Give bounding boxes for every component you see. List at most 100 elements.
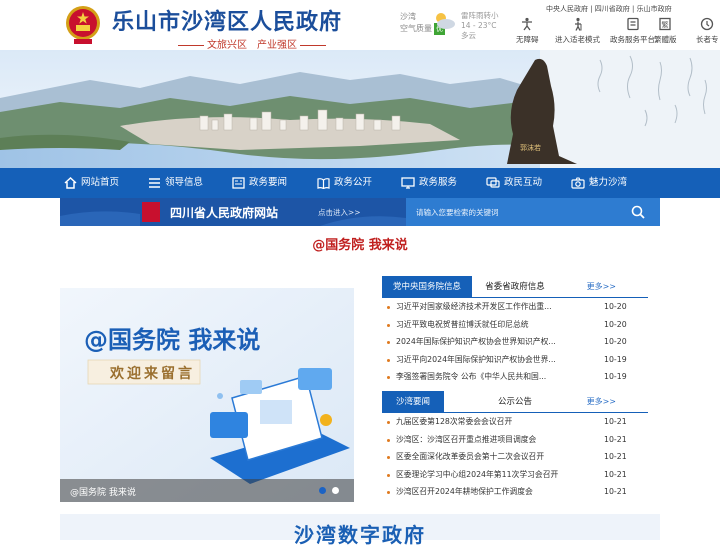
monitor-icon [401,176,415,189]
list-item[interactable]: 区委理论学习中心组2024年第11次学习会召开 10-21 [382,466,648,484]
forecast-text: 雷阵雨转小 [461,11,499,20]
news-title[interactable]: 2024年国际保护知识产权协会世界知识产权... [396,333,568,351]
more-link[interactable]: 更多>> [587,391,616,413]
bullet-icon [387,438,390,442]
news-date: 10-21 [604,434,627,444]
carousel-dot-1[interactable] [319,487,326,494]
slogan-line-left [178,44,204,46]
top-links[interactable]: 中央人民政府 | 四川省政府 | 乐山市政府 [546,4,672,14]
feature-subtitle: 欢迎来留言 [110,366,195,382]
nav-item-leaders[interactable]: 领导信息 [148,168,203,198]
nav-label-open-affairs: 政务公开 [334,177,373,188]
news-title[interactable]: 区委理论学习中心组2024年第11次学习会召开 [396,466,596,484]
home-icon [64,176,77,189]
news-title[interactable]: 区委全面深化改革委员会第十二次会议召开 [396,448,596,466]
wind-text: 多云 [461,31,476,40]
news-date: 10-20 [604,302,627,311]
carousel-dot-2[interactable] [332,487,339,494]
site-slogan: 文旅兴区 产业强区 [175,36,329,51]
bullet-icon [387,323,390,327]
local-news-tabs: 沙湾要闻 公示公告 更多>> [382,391,648,413]
temperature-text: 14 - 23°C [461,21,497,30]
chat-icon [486,176,500,188]
news-title[interactable]: 九届区委第128次常委会会议召开 [396,413,596,431]
site-header: 乐山市沙湾区人民政府 文旅兴区 产业强区 沙湾 空气质量优 雷阵雨转小 14 -… [0,0,720,52]
city-landscape-illustration: 郭沫若 [0,50,720,168]
traditional-chinese-icon: 繁 [659,17,671,31]
list-item[interactable]: 习近平致电祝贺普拉博沃就任印尼总统 10-20 [382,316,648,334]
list-item[interactable]: 九届区委第128次常委会会议召开 10-21 [382,413,648,431]
camera-icon [571,176,585,189]
list-item[interactable]: 习近平向2024年国际保护知识产权协会世界... 10-19 [382,351,648,369]
list-icon [149,177,160,188]
bullet-icon [387,473,390,477]
search-icon[interactable] [630,204,646,220]
nav-item-interaction[interactable]: 政民互动 [486,168,542,198]
central-news-panel: 党中央国务院信息 省委省政府信息 更多>> 习近平对国家级经济技术开发区工作作出… [382,276,648,386]
sichuan-gov-link[interactable]: 四川省人民政府网站 点击进入>> [60,198,406,226]
more-link[interactable]: 更多>> [587,276,616,298]
list-item[interactable]: 沙湾区：沙湾区召开重点推进项目调度会 10-21 [382,431,648,449]
list-item[interactable]: 区委全面深化改革委员会第十二次会议召开 10-21 [382,448,648,466]
bullet-icon [387,491,390,494]
feature-carousel[interactable]: @国务院 我来说 欢迎来留言 [60,288,354,502]
nav-label-interaction: 政民互动 [504,177,543,188]
accessibility-icon [522,17,533,31]
nav-item-services[interactable]: 政务服务 [401,168,457,198]
tab-shawan-news[interactable]: 沙湾要闻 [382,391,444,413]
gwy-heading[interactable]: @国务院 我来说 [0,234,720,253]
search-input[interactable] [416,204,621,220]
tab-announcements[interactable]: 公示公告 [482,391,548,413]
nav-item-open-affairs[interactable]: 政务公开 [317,168,372,198]
traditional-chinese-button[interactable]: 繁 繁體版 [654,17,677,45]
banner-image: 郭沫若 [0,50,720,168]
nav-item-charm[interactable]: 魅力沙湾 [571,168,627,198]
site-title: 乐山市沙湾区人民政府 [112,9,343,35]
elder-area-label: 长者专 [696,35,719,44]
accessibility-button[interactable]: 无障碍 [516,17,539,45]
header-toolbar: 无障碍 进入适老模式 政务服务平台 繁 繁體版 长者专 [510,17,720,49]
nav-item-home[interactable]: 网站首页 [64,168,119,198]
tab-provincial-info[interactable]: 省委省政府信息 [472,276,558,298]
sichuan-gov-title: 四川省人民政府网站 [170,206,279,220]
digital-gov-title: 沙湾数字政府 [294,523,426,547]
seal-icon [142,202,160,222]
service-platform-button[interactable]: 政务服务平台 [610,17,655,45]
list-item[interactable]: 沙湾区召开2024年耕地保护工作调度会 10-21 [382,483,648,501]
list-item[interactable]: 习近平对国家级经济技术开发区工作作出重... 10-20 [382,298,648,316]
news-date: 10-21 [604,417,627,426]
elder-mode-label: 进入适老模式 [555,35,600,44]
bullet-icon [387,456,390,459]
feature-caption-bar: @国务院 我来说 [60,479,354,502]
news-date: 10-19 [604,372,627,381]
nav-label-news: 政务要闻 [249,177,288,188]
slogan-line-right [300,44,326,46]
main-nav: 网站首页 领导信息 政务要闻 政务公开 政务服务 政民互动 魅力沙湾 [0,168,720,198]
list-item[interactable]: 李强签署国务院令 公布《中华人民共和国... 10-19 [382,368,648,386]
local-news-list: 九届区委第128次常委会会议召开 10-21 沙湾区：沙湾区召开重点推进项目调度会… [382,413,648,501]
news-title[interactable]: 习近平向2024年国际保护知识产权协会世界... [396,351,568,369]
elder-area-button[interactable]: 长者专 [696,17,719,45]
news-title[interactable]: 李强签署国务院令 公布《中华人民共和国... [396,368,568,386]
tab-central-info[interactable]: 党中央国务院信息 [382,276,472,298]
sichuan-gov-enter[interactable]: 点击进入>> [318,207,361,218]
nav-item-news[interactable]: 政务要闻 [232,168,287,198]
news-date: 10-19 [604,354,627,364]
elder-mode-button[interactable]: 进入适老模式 [555,17,600,45]
feature-title: @国务院 我来说 [84,326,261,354]
news-title[interactable]: 沙湾区：沙湾区召开重点推进项目调度会 [396,431,596,449]
bullet-icon [387,376,390,379]
news-date: 10-20 [604,319,627,329]
list-item[interactable]: 2024年国际保护知识产权协会世界知识产权... 10-20 [382,333,648,351]
service-platform-label: 政务服务平台 [610,35,655,44]
news-title[interactable]: 沙湾区召开2024年耕地保护工作调度会 [396,483,596,501]
elder-area-icon [701,17,714,31]
svg-text:繁: 繁 [662,20,669,29]
svg-text:郭沫若: 郭沫若 [520,143,541,152]
bullet-icon [387,421,390,424]
news-date: 10-21 [604,452,627,461]
news-date: 10-21 [604,469,627,479]
news-title[interactable]: 习近平对国家级经济技术开发区工作作出重... [396,298,568,316]
news-title[interactable]: 习近平致电祝贺普拉博沃就任印尼总统 [396,316,568,334]
weather-forecast: 雷阵雨转小 14 - 23°C 多云 [461,11,499,41]
